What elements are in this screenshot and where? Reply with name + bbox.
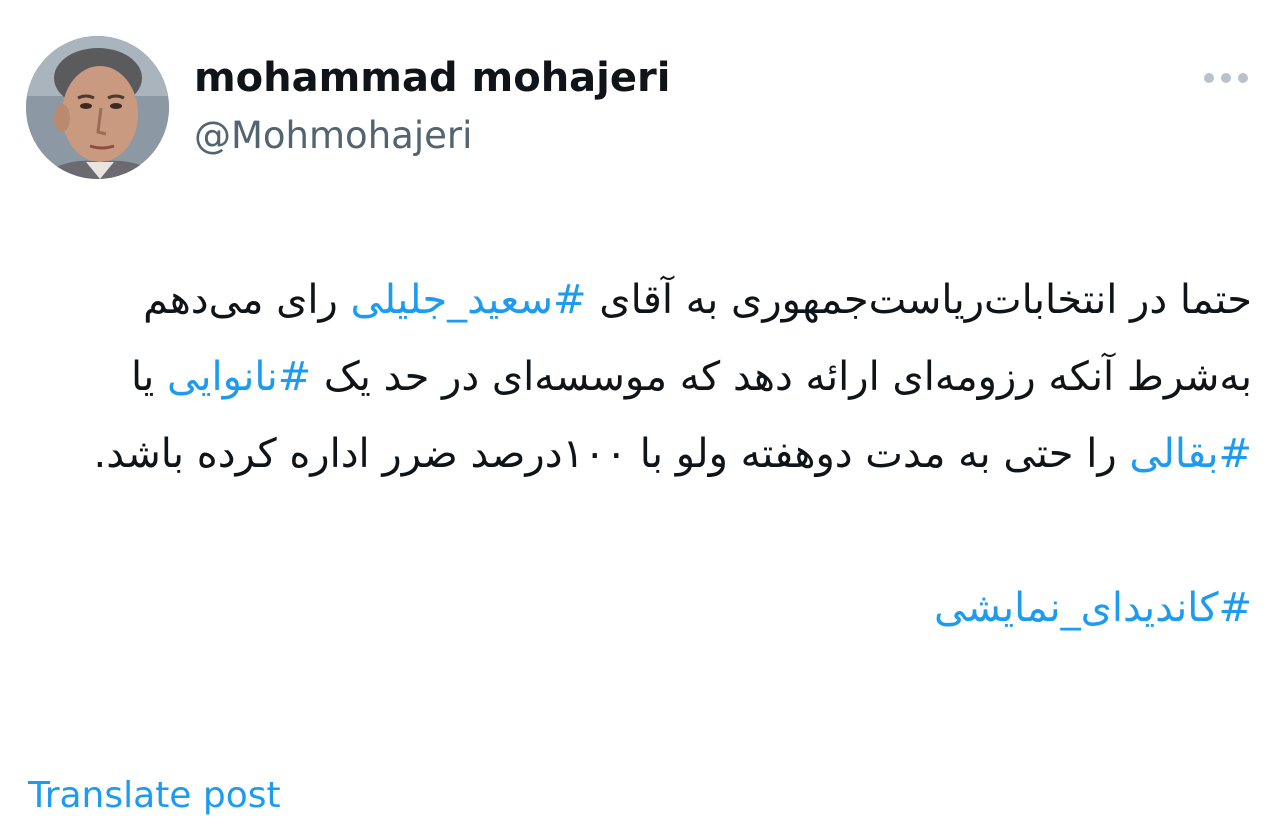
more-dot [1238, 73, 1248, 83]
tweet-text: حتما در انتخابات‌ریاست‌جمهوری به آقای #س… [24, 262, 1252, 647]
avatar-photo [26, 36, 169, 179]
author-block: mohammad mohajeri @Mohmohajeri [194, 52, 670, 162]
tweet-header: mohammad mohajeri @Mohmohajeri [26, 36, 1254, 181]
more-dot [1221, 73, 1231, 83]
avatar[interactable] [26, 36, 169, 179]
hashtag-link[interactable]: #کاندیدای_نمایشی [934, 585, 1252, 631]
author-display-name[interactable]: mohammad mohajeri [194, 52, 670, 104]
tweet-text-segment: را حتی به مدت دوهفته ولو با ۱۰۰درصد ضرر … [93, 431, 1130, 477]
tweet-text-segment: حتما در انتخابات‌ریاست‌جمهوری به آقای [586, 277, 1252, 323]
tweet-text-segment: یا [130, 354, 167, 400]
translate-post-link[interactable]: Translate post [28, 772, 281, 820]
hashtag-link[interactable]: #سعید_جلیلی [351, 277, 587, 323]
tweet-paragraph: حتما در انتخابات‌ریاست‌جمهوری به آقای #س… [24, 262, 1252, 493]
tweet: mohammad mohajeri @Mohmohajeri حتما در ا… [0, 0, 1280, 839]
more-options-icon[interactable] [1204, 66, 1248, 90]
hashtag-link[interactable]: #بقالی [1129, 431, 1252, 477]
more-dot [1204, 73, 1214, 83]
tweet-hashtag-line: #کاندیدای_نمایشی [24, 570, 1252, 647]
author-handle[interactable]: @Mohmohajeri [194, 110, 670, 162]
hashtag-link[interactable]: #نانوایی [167, 354, 311, 400]
